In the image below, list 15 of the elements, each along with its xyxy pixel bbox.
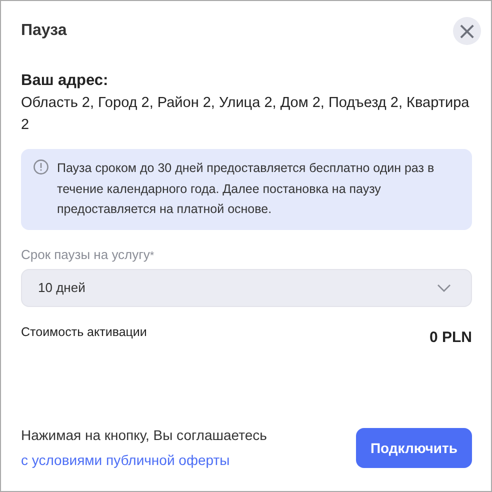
field-label: Срок паузы на услугу	[21, 246, 150, 262]
terms-text: Нажимая на кнопку, Вы соглашаетесь с условиями публичной оферты	[21, 426, 267, 470]
cost-label: Стоимость активации	[21, 324, 147, 340]
offer-link[interactable]: с условиями публичной оферты	[21, 452, 230, 468]
cost-value: 0 PLN	[429, 328, 472, 346]
connect-button[interactable]: Подключить	[356, 428, 472, 468]
required-mark: *	[150, 250, 154, 262]
close-button[interactable]: ×	[453, 17, 481, 45]
address-label: Ваш адрес:	[21, 72, 110, 90]
dialog-title: Пауза	[21, 22, 67, 40]
chevron-down-icon	[437, 284, 451, 292]
address-text: Область 2, Город 2, Район 2, Улица 2, Дом 2, Подъезд 2, Квартира 2	[21, 94, 470, 135]
info-icon	[33, 159, 49, 175]
notice-text: Пауза сроком до 30 дней предоставляется бесплатно один раз в течение календарного года. Далее постановка на паузу предоставляется на платной основе.	[57, 160, 436, 218]
period-dropdown[interactable]: 10 дней	[21, 268, 472, 306]
